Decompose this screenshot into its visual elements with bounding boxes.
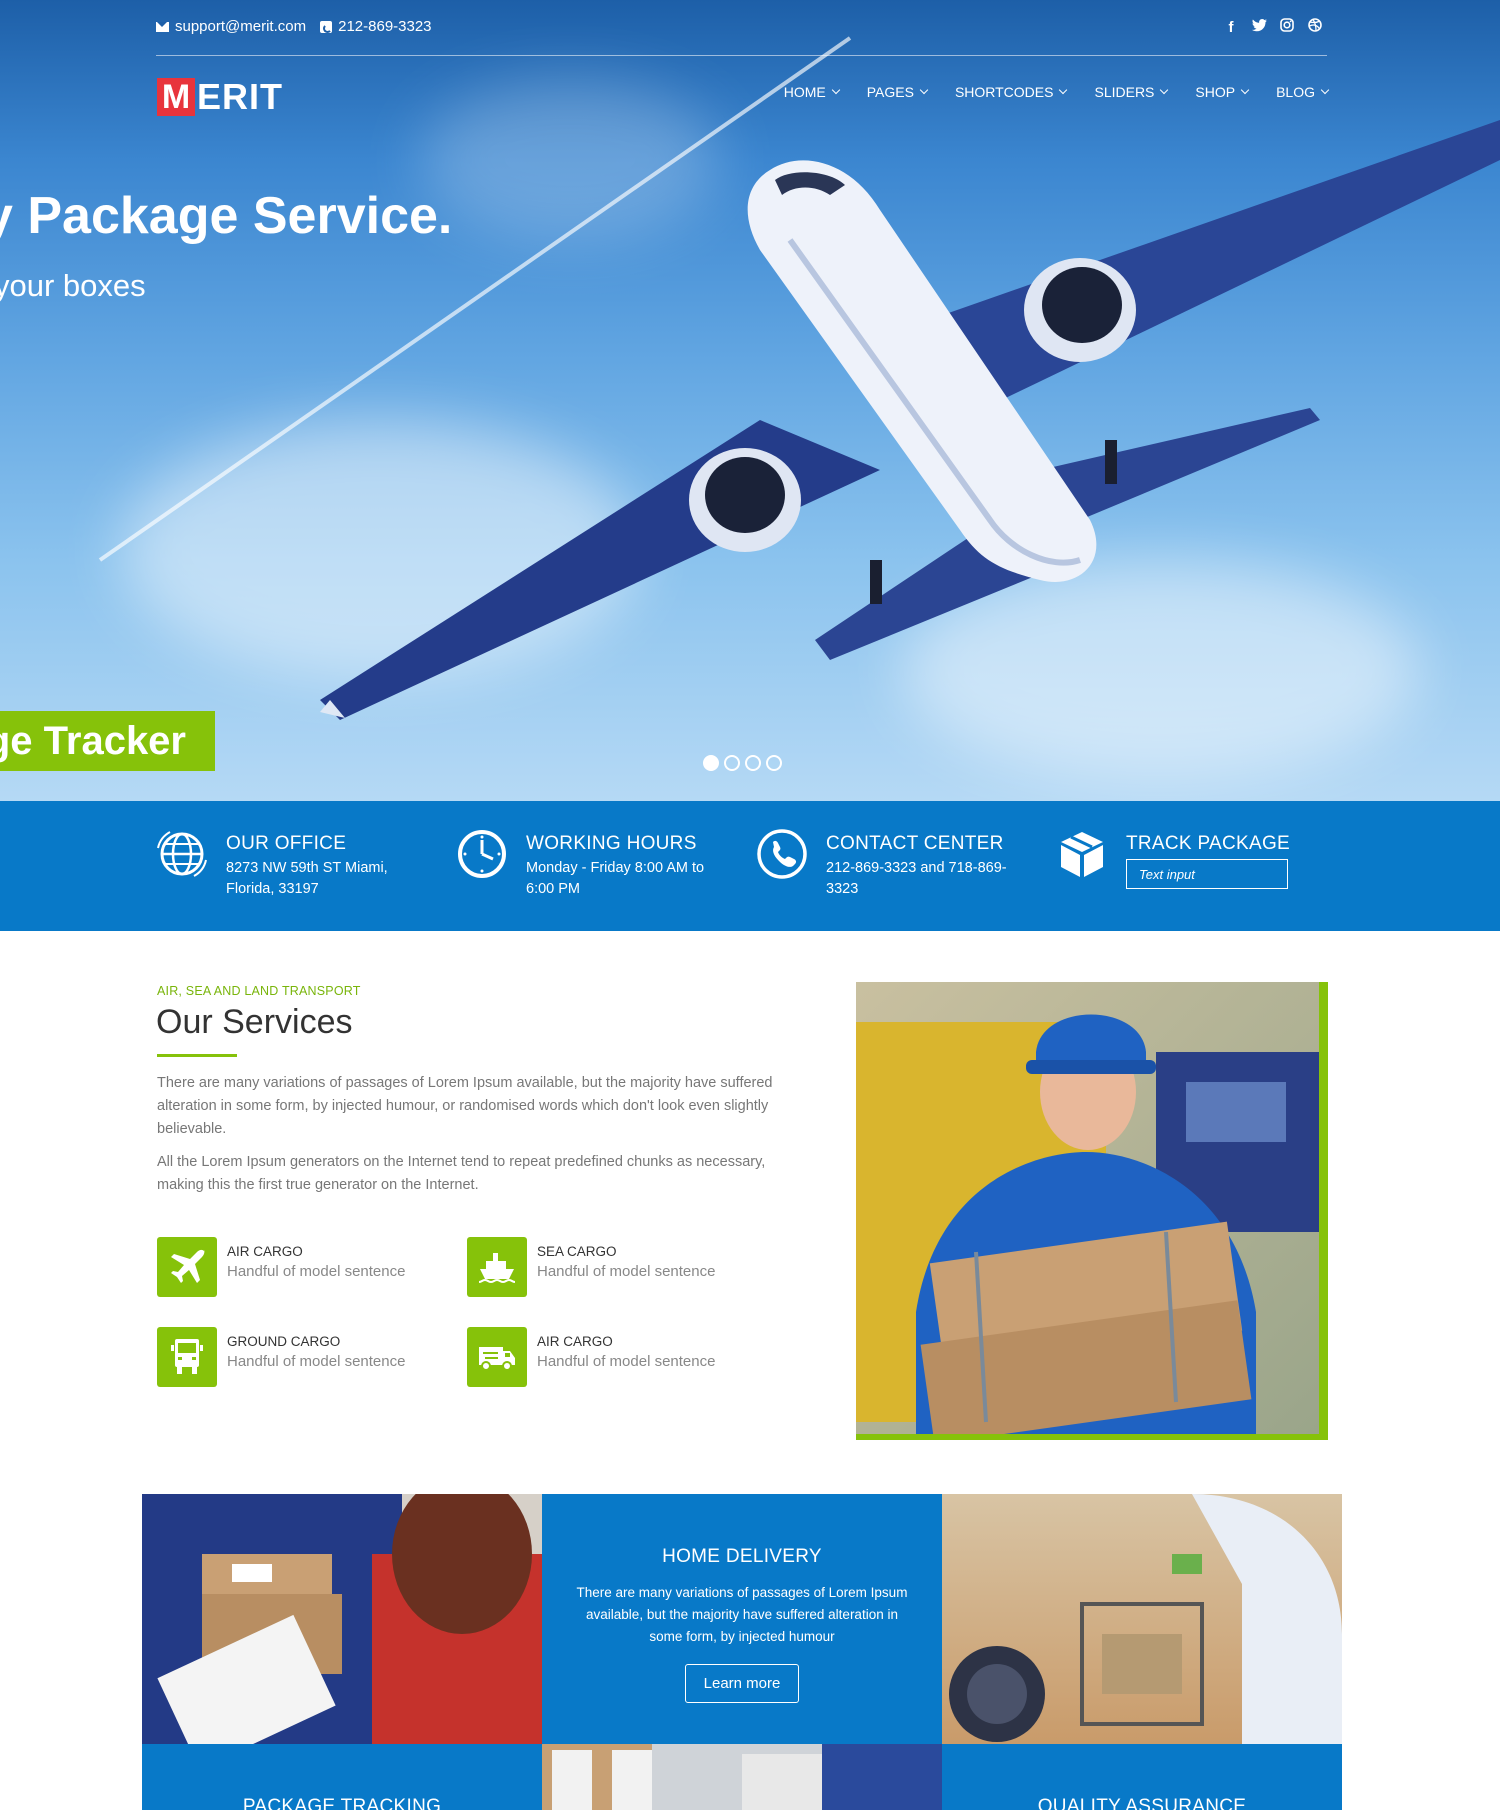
globe-icon — [156, 828, 208, 880]
home-delivery-text: There are many variations of passages of… — [576, 1585, 908, 1644]
hours-title: WORKING HOURS — [526, 833, 697, 854]
nav-shop-label: SHOP — [1195, 84, 1236, 100]
feature-ground-cargo[interactable]: GROUND CARGO Handful of model sentence — [157, 1327, 405, 1387]
services-paragraph-1: There are many variations of passages of… — [157, 1075, 773, 1137]
quality-assurance-title: QUALITY ASSURANCE — [1037, 1796, 1247, 1810]
feature-desc: Handful of model sentence — [227, 1353, 406, 1370]
services-title: Our Services — [156, 1003, 353, 1041]
track-title: TRACK PACKAGE — [1126, 833, 1291, 854]
office-info: OUR OFFICE 8273 NW 59th ST Miami, Florida… — [156, 828, 388, 900]
feature-label: GROUND CARGO — [227, 1334, 341, 1349]
contact-title: CONTACT CENTER — [826, 833, 1004, 854]
contact-line2: 3323 — [826, 881, 859, 897]
quality-assurance-tile: QUALITY ASSURANCE — [942, 1744, 1342, 1810]
track-package-input[interactable] — [1126, 859, 1288, 889]
email-contact[interactable]: support@merit.com — [156, 18, 306, 35]
services-eyebrow: AIR, SEA AND LAND TRANSPORT — [157, 984, 361, 998]
feature-sea-cargo[interactable]: SEA CARGO Handful of model sentence — [467, 1237, 715, 1297]
hero-subtitle: your boxes — [0, 268, 146, 303]
box-icon — [1056, 828, 1108, 880]
instagram-icon[interactable] — [1279, 18, 1295, 36]
phone-contact[interactable]: 212-869-3323 — [320, 18, 432, 35]
nav-sliders-label: SLIDERS — [1094, 84, 1155, 100]
nav-pages[interactable]: PAGES — [866, 84, 929, 100]
nav-shortcodes[interactable]: SHORTCODES — [954, 84, 1068, 100]
merit-logo[interactable]: M ERIT — [157, 78, 283, 116]
feature-label: AIR CARGO — [537, 1334, 613, 1349]
hero-slider: support@merit.com 212-869-3323 f M ERIT … — [0, 0, 1500, 801]
courier-photo-frame — [856, 982, 1328, 1440]
nav-home[interactable]: HOME — [783, 84, 840, 100]
social-links: f — [1223, 18, 1327, 36]
tracking-photo — [542, 1744, 942, 1810]
nav-shop[interactable]: SHOP — [1195, 84, 1250, 100]
chevron-down-icon — [1320, 85, 1330, 95]
chevron-down-icon — [1240, 85, 1250, 95]
title-underline — [157, 1054, 237, 1057]
contact-line1: 212-869-3323 and 718-869- — [826, 860, 1007, 876]
twitter-icon[interactable] — [1251, 18, 1267, 36]
cargo-plane-photo — [942, 1494, 1342, 1744]
contact-info: CONTACT CENTER 212-869-3323 and 718-869-… — [756, 828, 1007, 900]
envelope-icon — [156, 21, 169, 32]
package-tracker-button[interactable]: ge Tracker — [0, 711, 215, 771]
ship-icon — [467, 1237, 527, 1297]
van-icon — [467, 1327, 527, 1387]
feature-desc: Handful of model sentence — [537, 1263, 716, 1280]
feature-label: SEA CARGO — [537, 1244, 617, 1259]
airplane-photo — [98, 36, 1500, 720]
info-bar: OUR OFFICE 8273 NW 59th ST Miami, Florida… — [0, 801, 1500, 931]
feature-desc: Handful of model sentence — [537, 1353, 716, 1370]
track-info: TRACK PACKAGE — [1056, 828, 1290, 889]
courier-photo — [856, 982, 1319, 1434]
hours-line1: Monday - Friday 8:00 AM to — [526, 860, 705, 876]
airplane-icon — [157, 1237, 217, 1297]
logo-text: ERIT — [197, 76, 284, 117]
phone-text: 212-869-3323 — [338, 18, 432, 35]
slider-dot[interactable] — [745, 755, 761, 771]
nav-pages-label: PAGES — [866, 84, 914, 100]
nav-blog-label: BLOG — [1276, 84, 1315, 100]
learn-more-button[interactable]: Learn more — [684, 1664, 800, 1703]
facebook-icon[interactable]: f — [1223, 19, 1239, 36]
services-paragraph-2: All the Lorem Ipsum generators on the In… — [157, 1154, 766, 1193]
dribbble-icon[interactable] — [1307, 18, 1323, 36]
truck-icon — [157, 1327, 217, 1387]
home-delivery-title: HOME DELIVERY — [662, 1546, 822, 1567]
nav-blog[interactable]: BLOG — [1276, 84, 1330, 100]
logo-mark: M — [157, 78, 195, 116]
clock-icon — [456, 828, 508, 880]
slider-dot[interactable] — [766, 755, 782, 771]
hero-title: y Package Service. — [0, 187, 453, 245]
chevron-down-icon — [1160, 85, 1169, 95]
package-tracking-tile: PACKAGE TRACKING — [142, 1744, 542, 1810]
slider-dots — [703, 755, 782, 771]
chevron-down-icon — [831, 85, 840, 95]
main-nav: HOME PAGES SHORTCODES SLIDERS SHOP BLOG — [783, 84, 1330, 100]
feature-air-cargo[interactable]: AIR CARGO Handful of model sentence — [157, 1237, 405, 1297]
package-tracking-title: PACKAGE TRACKING — [242, 1796, 442, 1810]
office-line1: 8273 NW 59th ST Miami, — [226, 860, 388, 876]
nav-sliders[interactable]: SLIDERS — [1094, 84, 1169, 100]
feature-label: AIR CARGO — [227, 1244, 303, 1259]
email-text: support@merit.com — [175, 18, 307, 35]
chevron-down-icon — [1059, 85, 1068, 95]
office-title: OUR OFFICE — [226, 833, 347, 854]
phone-icon — [756, 828, 808, 880]
delivery-photo — [142, 1494, 542, 1744]
hours-info: WORKING HOURS Monday - Friday 8:00 AM to… — [456, 828, 704, 900]
top-bar: support@merit.com 212-869-3323 f — [156, 18, 1327, 56]
slider-dot[interactable] — [703, 755, 719, 771]
chevron-down-icon — [919, 85, 929, 95]
hours-line2: 6:00 PM — [526, 881, 580, 897]
feature-desc: Handful of model sentence — [227, 1263, 406, 1280]
nav-shortcodes-label: SHORTCODES — [954, 84, 1054, 100]
home-delivery-tile: HOME DELIVERY There are many variations … — [542, 1494, 942, 1744]
slider-dot[interactable] — [724, 755, 740, 771]
nav-home-label: HOME — [783, 84, 826, 100]
phone-icon — [320, 20, 333, 33]
feature-air-cargo-2[interactable]: AIR CARGO Handful of model sentence — [467, 1327, 715, 1387]
office-line2: Florida, 33197 — [226, 881, 319, 897]
